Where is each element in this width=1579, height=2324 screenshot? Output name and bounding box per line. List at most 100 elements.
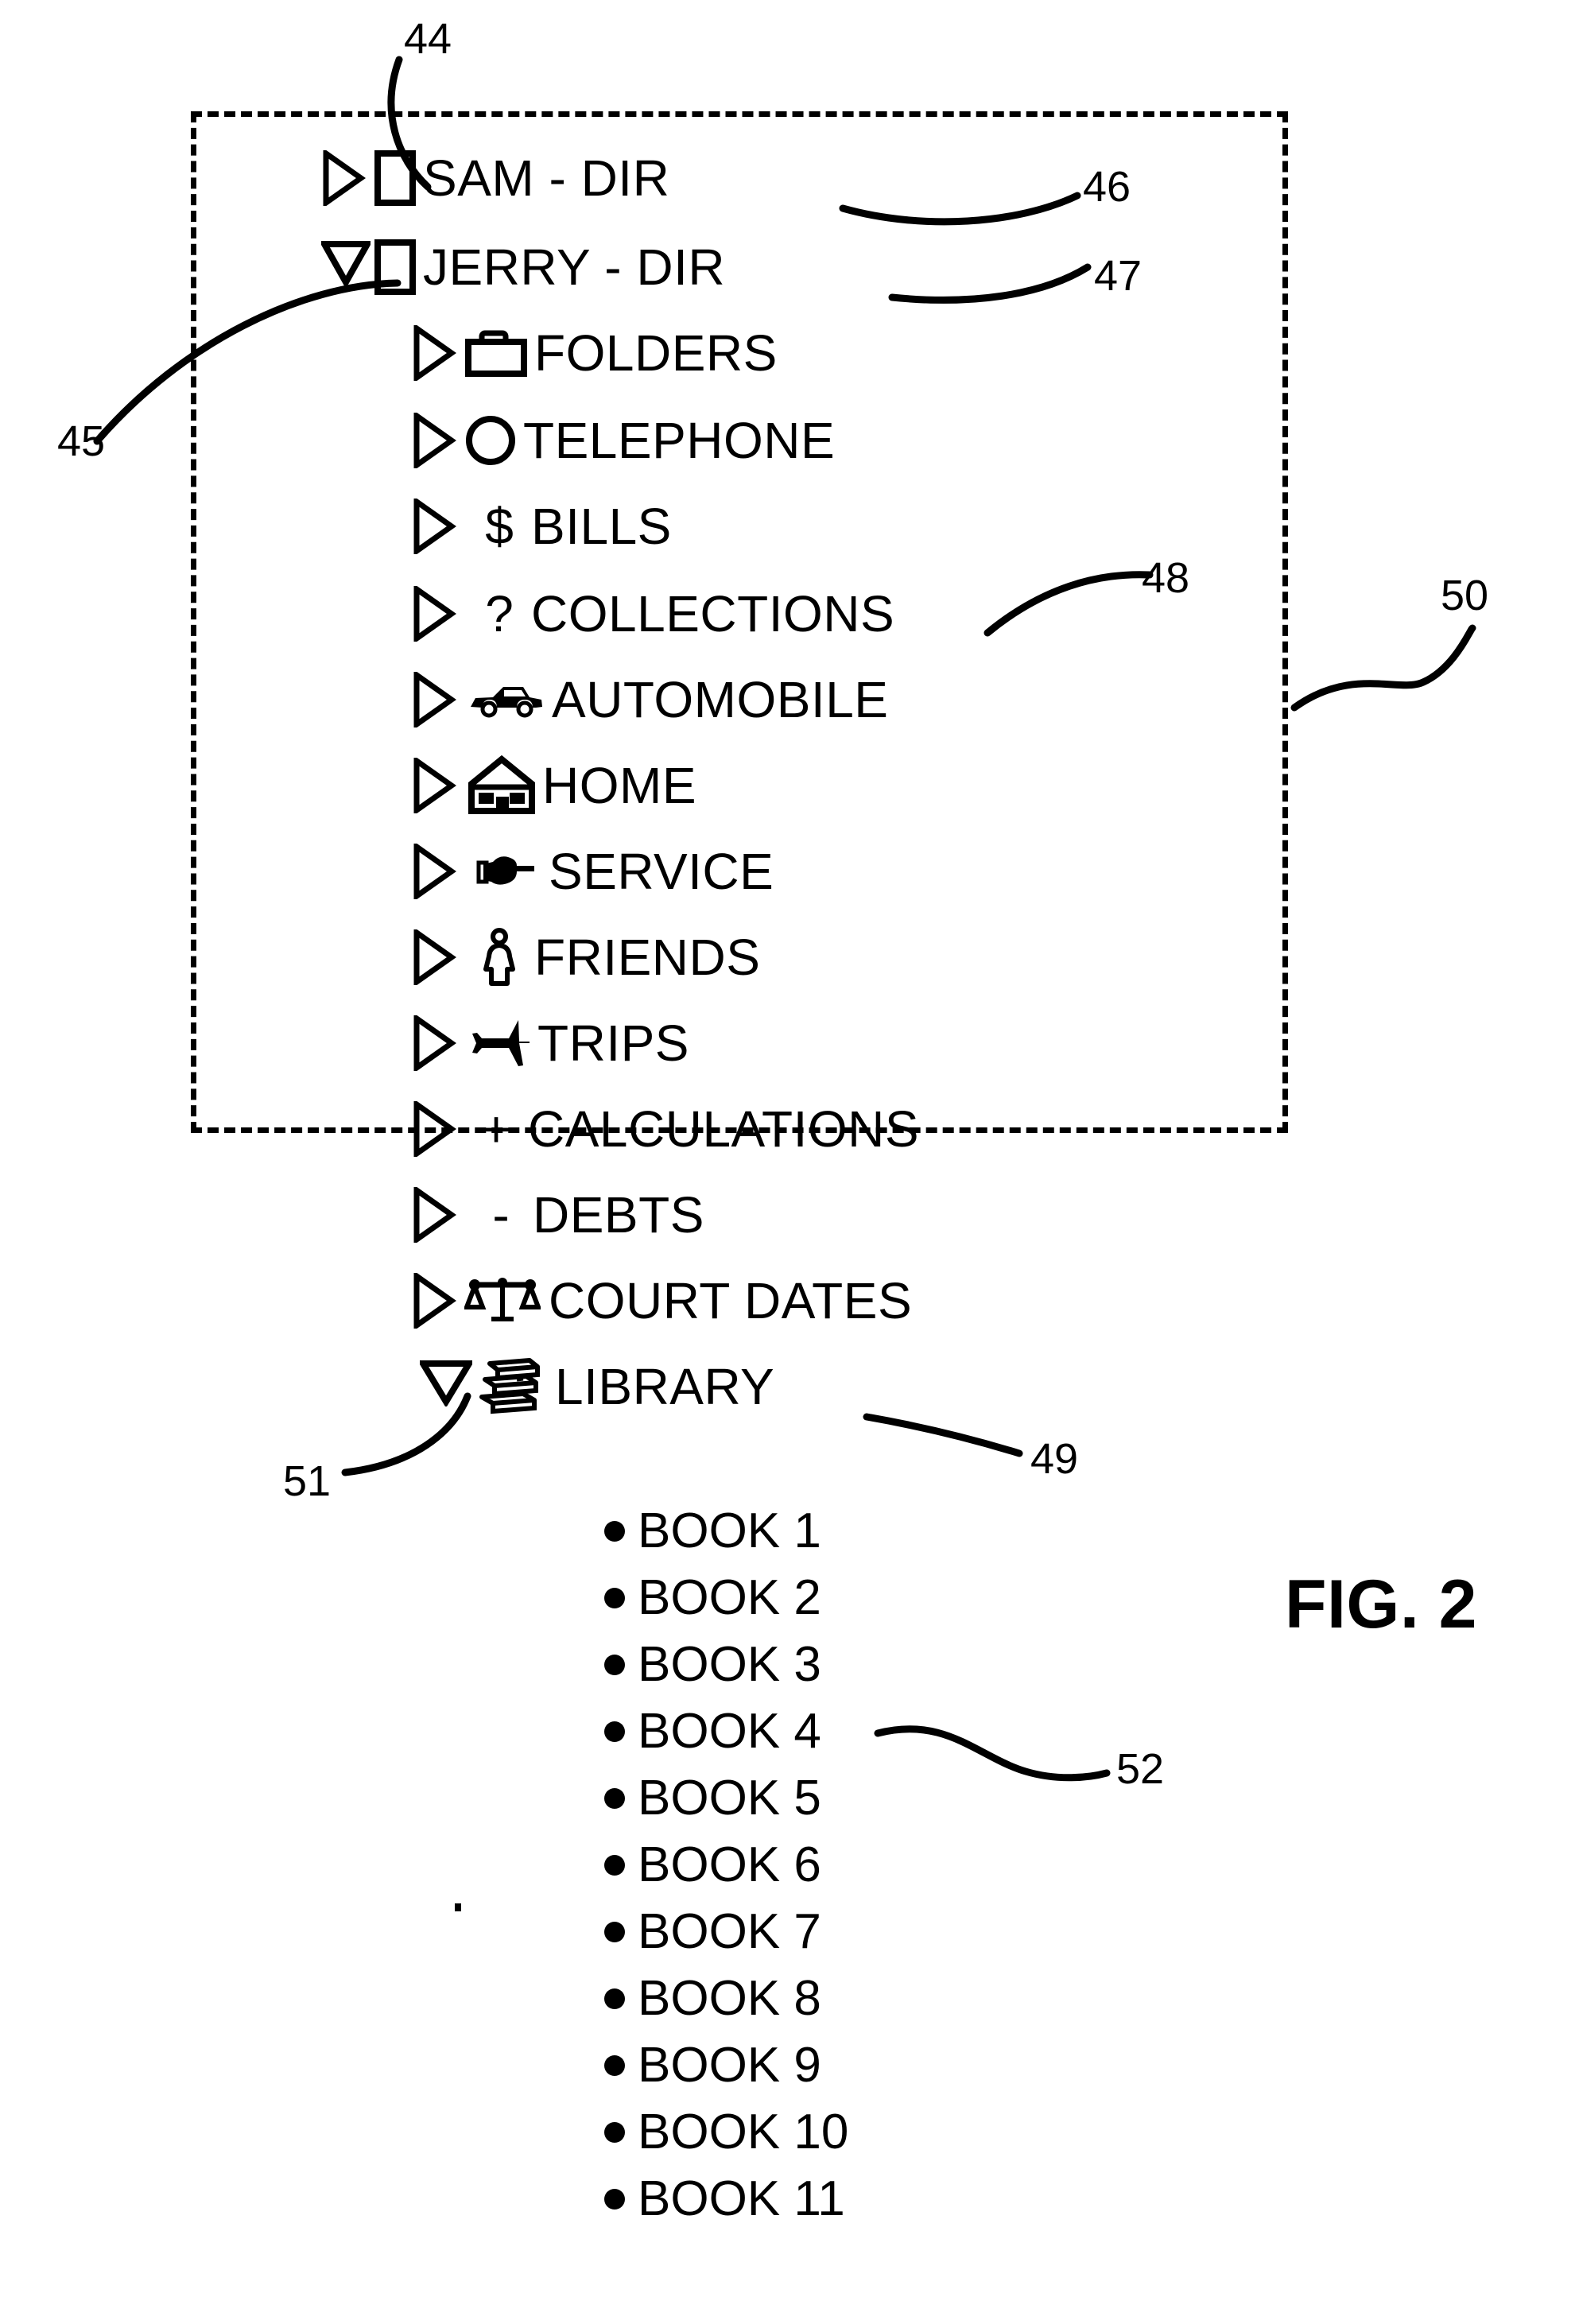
scan-artifact-dot [455,1903,461,1911]
house-icon [467,755,536,816]
bullet-icon [604,1855,625,1876]
disclosure-triangle-collapsed-icon[interactable] [412,1101,456,1157]
tree-row-label: FOLDERS [534,324,778,382]
disclosure-triangle-collapsed-icon[interactable] [412,1187,456,1243]
scales-of-justice-icon [464,1275,541,1326]
disclosure-triangle-collapsed-icon[interactable] [412,1015,456,1071]
disclosure-triangle-collapsed-icon[interactable] [412,758,456,813]
tree-row-collections[interactable]: ? COLLECTIONS [412,577,894,650]
car-icon [467,681,545,719]
tree-row-home[interactable]: HOME [412,749,696,822]
disclosure-triangle-collapsed-icon[interactable] [412,413,456,468]
person-icon [482,928,517,987]
list-item-book[interactable]: BOOK 5 [604,1770,821,1827]
callout-49: 49 [1030,1435,1079,1483]
disclosure-triangle-collapsed-icon[interactable] [412,929,456,985]
bullet-icon [604,2055,625,2076]
disclosure-triangle-expanded-icon[interactable] [321,239,371,295]
tree-row-label: TRIPS [537,1015,689,1072]
list-item-book[interactable]: BOOK 11 [604,2171,845,2228]
disclosure-triangle-collapsed-icon[interactable] [412,1273,456,1329]
list-item-book[interactable]: BOOK 7 [604,1903,821,1961]
tree-row-library[interactable]: LIBRARY [420,1350,774,1423]
book-label: BOOK 4 [638,1704,821,1759]
tree-row-automobile[interactable]: AUTOMOBILE [412,663,888,736]
book-label: BOOK 8 [638,1971,821,2026]
minus-sign-icon: - [492,1186,510,1243]
tree-row-label: JERRY - DIR [423,239,726,296]
pointing-hand-icon [475,852,539,891]
callout-52: 52 [1116,1745,1165,1793]
books-stack-icon [477,1356,542,1418]
callout-48: 48 [1142,554,1190,602]
tree-row-label: HOME [542,757,696,814]
book-label: BOOK 9 [638,2038,821,2093]
tree-row-service[interactable]: SERVICE [412,835,774,908]
figure-caption: FIG. 2 [1285,1566,1477,1643]
disclosure-triangle-collapsed-icon[interactable] [412,586,456,642]
callout-47: 47 [1094,252,1143,300]
tree-row-label: SAM - DIR [423,149,670,207]
list-item-book[interactable]: BOOK 1 [604,1503,821,1560]
list-item-book[interactable]: BOOK 3 [604,1636,821,1694]
disclosure-triangle-collapsed-icon[interactable] [412,325,456,381]
list-item-book[interactable]: BOOK 6 [604,1837,821,1894]
tree-row-label: SERVICE [549,843,774,900]
disclosure-triangle-collapsed-icon[interactable] [321,150,366,206]
plus-sign-icon: + [481,1100,511,1158]
bullet-icon [604,1655,625,1675]
dollar-sign-icon: $ [485,498,514,555]
tree-row-debts[interactable]: - DEBTS [412,1178,704,1251]
bullet-icon [604,2122,625,2143]
list-item-book[interactable]: BOOK 2 [604,1569,821,1627]
tree-row-bills[interactable]: $ BILLS [412,490,672,563]
tree-row-label: LIBRARY [555,1358,775,1415]
bullet-icon [604,1521,625,1542]
book-label: BOOK 7 [638,1904,821,1959]
bullet-icon [604,1988,625,2009]
document-square-icon [374,149,417,207]
book-label: BOOK 3 [638,1637,821,1692]
tree-row-court-dates[interactable]: COURT DATES [412,1264,912,1337]
tree-row-label: TELEPHONE [523,412,836,469]
tree-row-label: DEBTS [533,1186,704,1243]
tree-row-label: AUTOMOBILE [552,671,889,728]
tree-row-sam-dir[interactable]: SAM - DIR [321,142,669,215]
callout-50: 50 [1441,572,1489,619]
tree-row-telephone[interactable]: TELEPHONE [412,404,835,477]
book-label: BOOK 10 [638,2105,849,2159]
document-square-icon [374,239,417,296]
patent-figure: SAM - DIR JERRY - DIR FOLDERS TELEPHONE … [0,0,1579,2324]
book-label: BOOK 5 [638,1771,821,1825]
book-label: BOOK 6 [638,1837,821,1892]
tree-row-jerry-dir[interactable]: JERRY - DIR [321,231,725,304]
book-label: BOOK 2 [638,1570,821,1625]
disclosure-triangle-collapsed-icon[interactable] [412,672,456,727]
tree-row-calculations[interactable]: + CALCULATIONS [412,1092,919,1166]
disclosure-triangle-collapsed-icon[interactable] [412,844,456,899]
tree-row-label: COLLECTIONS [531,585,895,642]
folder-icon [464,328,528,378]
bullet-icon [604,1788,625,1809]
question-mark-icon: ? [485,585,514,642]
bullet-icon [604,2189,625,2210]
disclosure-triangle-collapsed-icon[interactable] [412,499,456,554]
list-item-book[interactable]: BOOK 8 [604,1970,821,2027]
bullet-icon [604,1721,625,1742]
list-item-book[interactable]: BOOK 10 [604,2104,848,2161]
callout-45: 45 [57,417,106,465]
callout-51: 51 [283,1457,332,1505]
circle-icon [464,414,517,467]
tree-row-friends[interactable]: FRIENDS [412,921,760,994]
tree-row-label: COURT DATES [549,1272,913,1329]
tree-row-trips[interactable]: TRIPS [412,1007,689,1080]
callout-46: 46 [1083,163,1131,211]
book-label: BOOK 11 [638,2171,845,2226]
callout-44: 44 [404,15,452,63]
tree-row-folders[interactable]: FOLDERS [412,316,778,390]
tree-row-label: FRIENDS [534,929,761,986]
list-item-book[interactable]: BOOK 9 [604,2037,821,2094]
list-item-book[interactable]: BOOK 4 [604,1703,821,1760]
disclosure-triangle-expanded-icon[interactable] [420,1359,472,1414]
bullet-icon [604,1588,625,1608]
